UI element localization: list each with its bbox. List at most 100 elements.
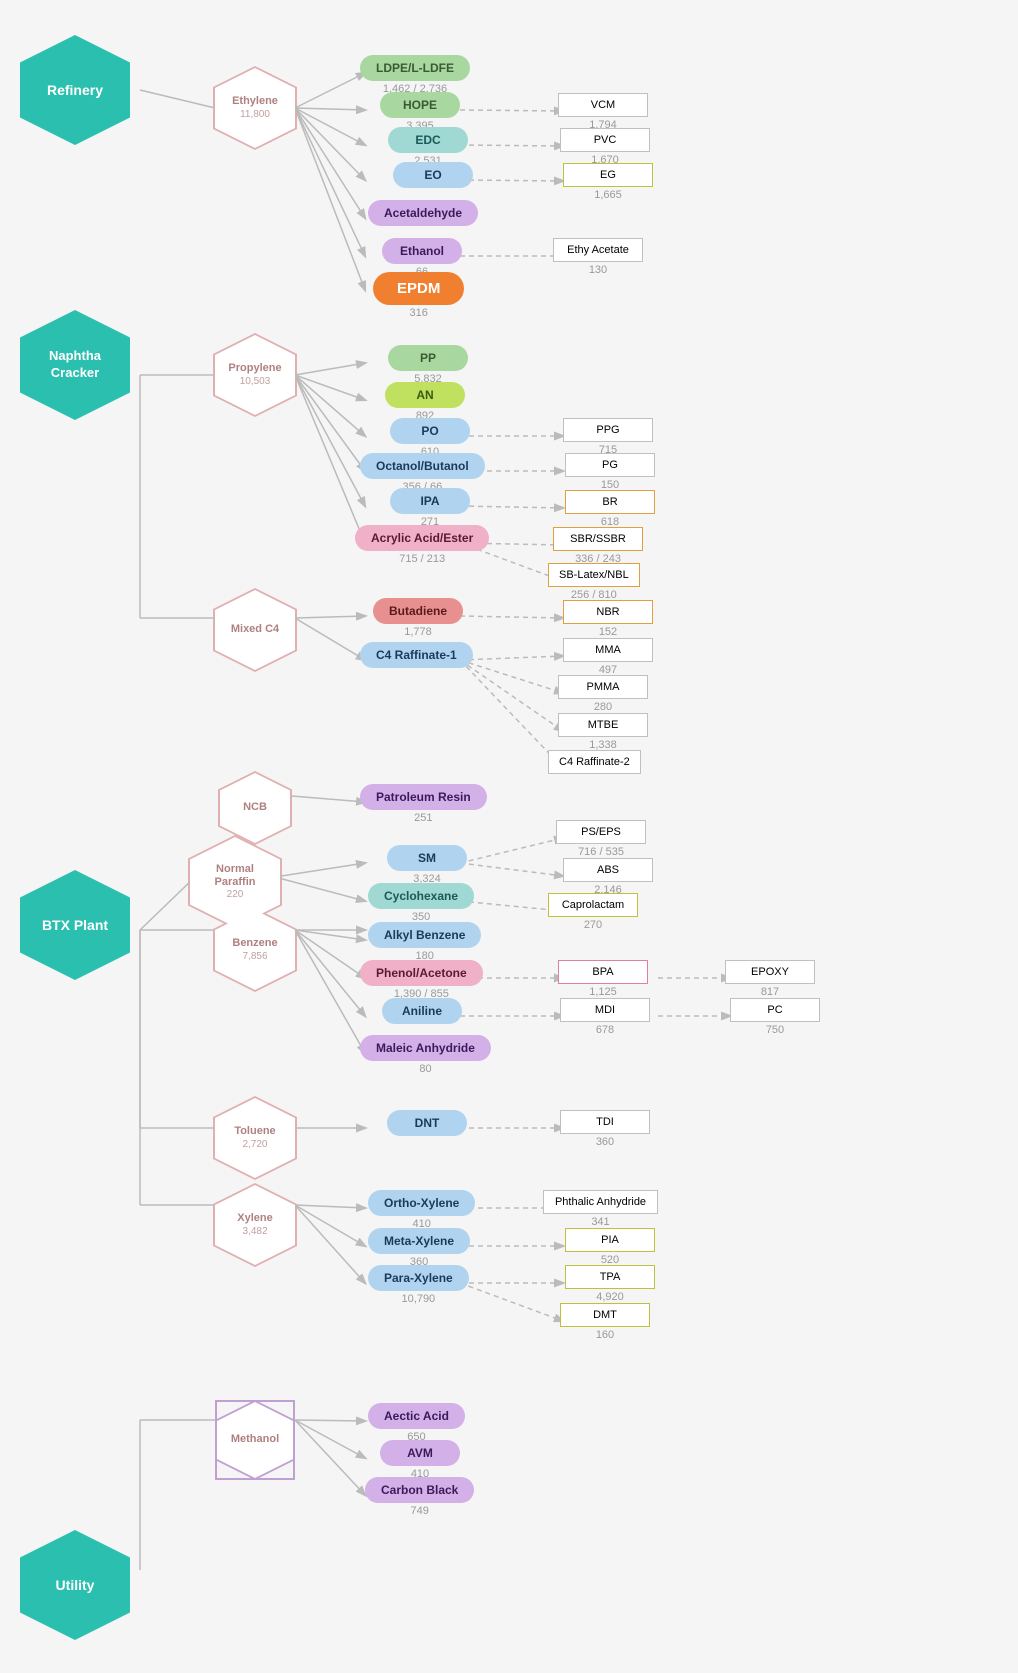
node-propylene: Propylene 10,503 [215,335,295,415]
butadiene-oval: Butadiene [373,598,463,624]
node-tpa: TPA 4,920 [565,1265,655,1303]
hope-oval: HOPE [380,92,460,118]
node-meta-xylene: Meta-Xylene 360 [368,1228,470,1268]
node-dnt: DNT [387,1110,467,1136]
hex-refinery-label: Refinery [47,81,103,99]
node-eg: EG 1,665 [563,163,653,201]
node-hope: HOPE 3,395 [380,92,460,132]
node-sm: SM 3,324 [387,845,467,885]
node-aniline: Aniline [382,998,462,1024]
abs-box: ABS [563,858,653,882]
node-phthalic: Phthalic Anhydride 341 [543,1190,658,1228]
phthalic-num: 341 [543,1216,658,1228]
toluene-label: Toluene [234,1125,275,1138]
node-pmma: PMMA 280 [558,675,648,713]
caprolactam-box: Caprolactam [548,893,638,917]
node-po: PO 610 [390,418,470,458]
hex-naphtha-label: Naphtha Cracker [49,348,101,382]
node-acrylic: Acrylic Acid/Ester 715 / 213 [355,525,489,565]
node-mixed-c4: Mixed C4 [215,590,295,670]
node-vcm: VCM 1,794 [558,93,648,131]
node-cyclohexane: Cyclohexane 350 [368,883,474,923]
node-an: AN 892 [385,382,465,422]
node-eo: EO [393,162,473,188]
ethy-acetate-num: 130 [553,264,643,276]
pc-num: 750 [730,1024,820,1036]
node-methanol: Methanol [215,1400,295,1480]
cyclohexane-oval: Cyclohexane [368,883,474,909]
ethylene-num: 11,800 [232,109,278,121]
node-alkyl-benzene: Alkyl Benzene 180 [368,922,481,962]
node-sbr: SBR/SSBR 336 / 243 [553,527,643,565]
tpa-box: TPA [565,1265,655,1289]
epdm-num: 316 [373,307,464,319]
node-mtbe: MTBE 1,338 [558,713,648,751]
vcm-box: VCM [558,93,648,117]
node-dmt: DMT 160 [560,1303,650,1341]
hex-utility-label: Utility [56,1576,95,1594]
ortho-xylene-oval: Ortho-Xylene [368,1190,475,1216]
po-oval: PO [390,418,470,444]
benzene-num: 7,856 [232,951,277,963]
hex-refinery: Refinery [20,35,130,145]
node-pat-resin: Patroleum Resin 251 [360,784,487,824]
bpa-box: BPA [558,960,648,984]
avm-oval: AVM [380,1440,460,1466]
node-phenol: Phenol/Acetone 1,390 / 855 [360,960,483,1000]
epoxy-num: 817 [725,986,815,998]
para-xylene-oval: Para-Xylene [368,1265,469,1291]
eo-oval: EO [393,162,473,188]
node-acetaldehyde: Acetaldehyde [368,200,478,226]
c4raff2-box: C4 Raffinate-2 [548,750,641,774]
node-toluene: Toluene 2,720 [215,1098,295,1178]
node-ppg: PPG 715 [563,418,653,456]
node-pvc: PVC 1,670 [560,128,650,166]
node-butadiene: Butadiene 1,778 [373,598,463,638]
pia-box: PIA [565,1228,655,1252]
hex-naphtha: Naphtha Cracker [20,310,130,420]
propylene-num: 10,503 [228,376,281,388]
node-ortho-xylene: Ortho-Xylene 410 [368,1190,475,1230]
carbon-black-oval: Carbon Black [365,1477,474,1503]
dmt-box: DMT [560,1303,650,1327]
meta-xylene-oval: Meta-Xylene [368,1228,470,1254]
diagram: Refinery Naphtha Cracker BTX Plant Utili… [0,0,1018,40]
ethanol-oval: Ethanol [382,238,462,264]
mma-box: MMA [563,638,653,662]
hex-btx-label: BTX Plant [42,916,108,934]
node-pg: PG 150 [565,453,655,491]
mdi-box: MDI [560,998,650,1022]
alkyl-benzene-oval: Alkyl Benzene [368,922,481,948]
node-br: BR 618 [565,490,655,528]
acetic-acid-oval: Aectic Acid [368,1403,465,1429]
mtbe-box: MTBE [558,713,648,737]
tdi-num: 360 [560,1136,650,1148]
node-caprolactam: Caprolactam 270 [548,893,638,931]
ldpe-oval: LDPE/L-LDFE [360,55,470,81]
acrylic-num: 715 / 213 [355,553,489,565]
nbr-num: 152 [563,626,653,638]
xylene-num: 3,482 [237,1226,272,1238]
node-acetic-acid: Aectic Acid 650 [368,1403,465,1443]
c4raff1-oval: C4 Raffinate-1 [360,642,473,668]
butadiene-num: 1,778 [373,626,463,638]
node-mma: MMA 497 [563,638,653,676]
propylene-label: Propylene [228,362,281,375]
node-ps-eps: PS/EPS 716 / 535 [556,820,646,858]
node-pia: PIA 520 [565,1228,655,1266]
hex-utility: Utility [20,1530,130,1640]
node-ethylene: Ethylene 11,800 [215,68,295,148]
sb-latex-box: SB-Latex/NBL [548,563,640,587]
normal-paraffin-label: NormalParaffin [215,863,256,889]
dnt-oval: DNT [387,1110,467,1136]
edc-oval: EDC [388,127,468,153]
acetaldehyde-oval: Acetaldehyde [368,200,478,226]
node-tdi: TDI 360 [560,1110,650,1148]
connectors-svg [0,0,1018,40]
node-pc: PC 750 [730,998,820,1036]
br-box: BR [565,490,655,514]
node-xylene: Xylene 3,482 [215,1185,295,1265]
hex-btx-shape: BTX Plant [20,870,130,980]
benzene-label: Benzene [232,937,277,950]
ps-eps-num: 716 / 535 [556,846,646,858]
